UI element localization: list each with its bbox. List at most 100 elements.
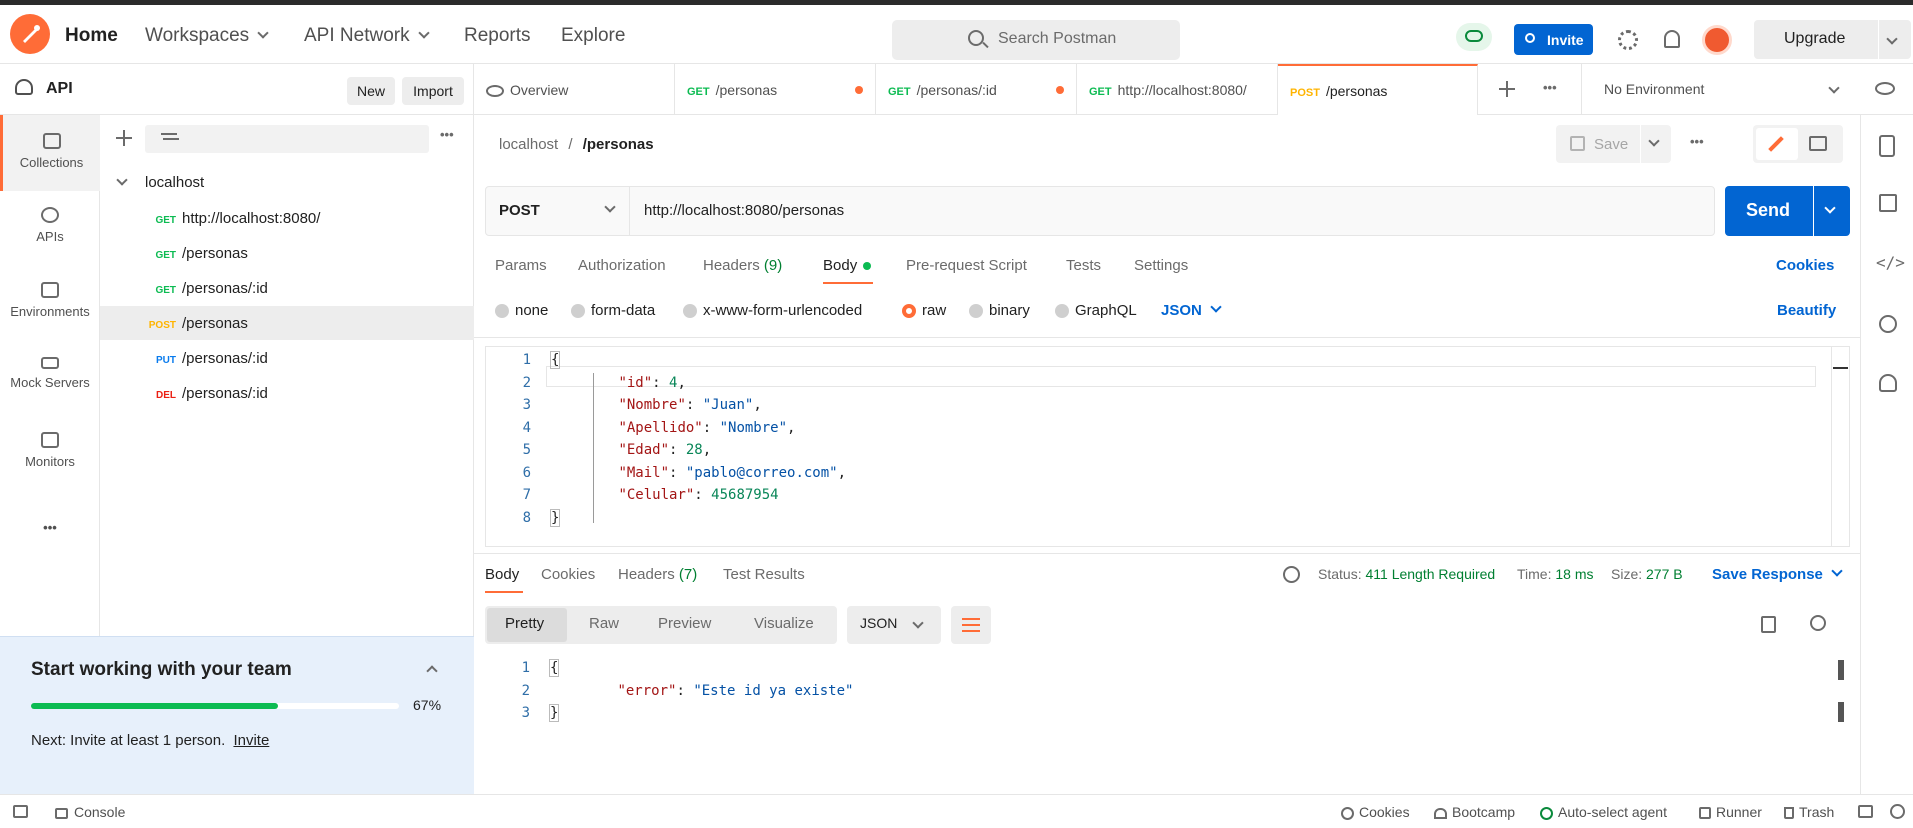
sidebar-item-apis[interactable]: APIs [0,207,100,244]
tab-prerequest-script[interactable]: Pre-request Script [906,257,1027,274]
response-time[interactable]: Time: 18 ms [1517,566,1594,582]
help-icon[interactable] [1890,804,1905,819]
response-status[interactable]: Status: 411 Length Required [1318,566,1495,582]
view-visualize[interactable]: Visualize [754,615,814,632]
radio-urlencoded[interactable] [683,304,697,319]
tab-headers[interactable]: Headers (9) [703,257,782,274]
radio-binary[interactable] [969,304,983,319]
save-response-button[interactable]: Save Response [1712,565,1843,583]
tab-body[interactable]: Body [823,257,872,274]
sidebar-item-monitors[interactable]: Monitors [0,432,100,469]
body-format-select[interactable]: JSON [1161,301,1222,319]
body-option-graphql[interactable]: GraphQL [1055,302,1137,319]
tabs-more-button[interactable]: ••• [1543,80,1557,95]
collections-more-button[interactable]: ••• [440,127,454,142]
save-button[interactable]: Save [1556,125,1640,163]
trash-button[interactable]: Trash [1784,804,1834,820]
nav-home[interactable]: Home [65,25,118,47]
body-option-none[interactable]: none [495,302,548,319]
sidebar-more-button[interactable]: ••• [0,520,100,535]
avatar[interactable] [1702,25,1732,55]
search-response-icon[interactable] [1810,615,1826,631]
radio-none[interactable] [495,304,509,319]
tab-post-personas[interactable]: POST/personas [1278,64,1478,115]
collection-folder-localhost[interactable]: localhost [100,166,474,200]
team-invite-link[interactable]: Invite [233,732,269,749]
console-button[interactable]: Console [55,804,125,820]
request-item-selected[interactable]: POST/personas [100,306,474,340]
response-tab-headers[interactable]: Headers (7) [618,566,697,583]
two-pane-view-icon[interactable] [1858,805,1873,818]
invite-button[interactable]: Invite [1514,24,1593,55]
breadcrumb-parent[interactable]: localhost [499,136,558,153]
info-icon[interactable] [1879,315,1897,333]
body-option-raw[interactable]: raw [902,302,946,319]
request-item[interactable]: DEL/personas/:id [100,376,474,410]
postman-logo-icon[interactable] [10,14,50,54]
code-icon[interactable]: </> [1876,253,1905,272]
tab-settings[interactable]: Settings [1134,257,1188,274]
notifications-bell-icon[interactable] [1664,30,1680,48]
method-select[interactable]: POST [486,187,630,235]
lightbulb-icon[interactable] [1879,374,1897,392]
nav-explore[interactable]: Explore [561,25,625,47]
response-scrollbar[interactable] [1838,657,1846,787]
response-body-viewer[interactable]: 1{2 "error": "Este id ya existe" 3} [485,657,1850,787]
request-more-button[interactable]: ••• [1690,134,1704,149]
request-item[interactable]: GET/personas/:id [100,271,474,305]
response-size[interactable]: Size: 277 B [1611,566,1683,582]
request-item[interactable]: GET/personas [100,236,474,270]
tab-authorization[interactable]: Authorization [578,257,666,274]
radio-graphql[interactable] [1055,304,1069,319]
tab-overview[interactable]: Overview [474,64,675,115]
settings-gear-icon[interactable] [1618,30,1638,50]
tab-tests[interactable]: Tests [1066,257,1101,274]
send-button[interactable]: Send [1725,186,1813,236]
upgrade-button[interactable]: Upgrade [1754,20,1878,59]
sidebar-item-environments[interactable]: Environments [0,282,100,319]
environment-quick-look-icon[interactable] [1875,82,1895,95]
comments-icon[interactable] [1879,194,1897,212]
editor-scrollbar[interactable] [1831,347,1849,546]
request-item[interactable]: PUT/personas/:id [100,341,474,375]
filter-input[interactable] [145,125,429,153]
view-preview[interactable]: Preview [658,615,711,632]
new-button[interactable]: New [347,77,395,105]
upgrade-dropdown-button[interactable] [1879,20,1911,59]
documentation-icon[interactable] [1879,135,1895,157]
url-input[interactable]: http://localhost:8080/personas [644,202,844,219]
response-tab-cookies[interactable]: Cookies [541,566,595,583]
nav-reports[interactable]: Reports [464,25,531,47]
cookies-link[interactable]: Cookies [1776,257,1834,274]
bootcamp-button[interactable]: Bootcamp [1434,804,1515,820]
toggle-sidebar-icon[interactable] [13,805,28,818]
tab-get-localhost[interactable]: GET http://localhost:8080/ [1077,64,1278,115]
response-format-select[interactable]: JSON [847,606,941,644]
view-pretty[interactable]: Pretty [505,615,544,632]
radio-raw[interactable] [902,304,916,319]
body-option-binary[interactable]: binary [969,302,1030,319]
edit-pencil-icon[interactable] [1756,128,1798,160]
copy-icon[interactable] [1761,616,1776,633]
globe-icon[interactable] [1283,566,1300,583]
send-dropdown-button[interactable] [1814,186,1850,236]
body-option-form-data[interactable]: form-data [571,302,655,319]
response-tab-test-results[interactable]: Test Results [723,566,805,583]
collapse-chevron-icon[interactable] [426,665,438,677]
save-dropdown-button[interactable] [1641,125,1671,163]
statusbar-cookies-button[interactable]: Cookies [1341,804,1410,820]
add-collection-button[interactable] [116,130,132,146]
sidebar-item-mock-servers[interactable]: Mock Servers [0,357,100,390]
response-tab-body[interactable]: Body [485,566,519,583]
tab-get-personas-id[interactable]: GET/personas/:id [876,64,1077,115]
environment-select[interactable]: No Environment [1581,64,1860,115]
sidebar-item-collections[interactable]: Collections [0,115,100,191]
view-raw[interactable]: Raw [589,615,619,632]
wrap-lines-button[interactable] [951,606,991,644]
sync-cloud-icon[interactable] [1456,23,1492,51]
new-tab-button[interactable] [1499,81,1515,97]
request-item[interactable]: GET http://localhost:8080/ [100,201,474,235]
tab-params[interactable]: Params [495,257,547,274]
nav-api-network[interactable]: API Network [304,25,430,47]
search-input[interactable]: Search Postman [892,20,1180,60]
